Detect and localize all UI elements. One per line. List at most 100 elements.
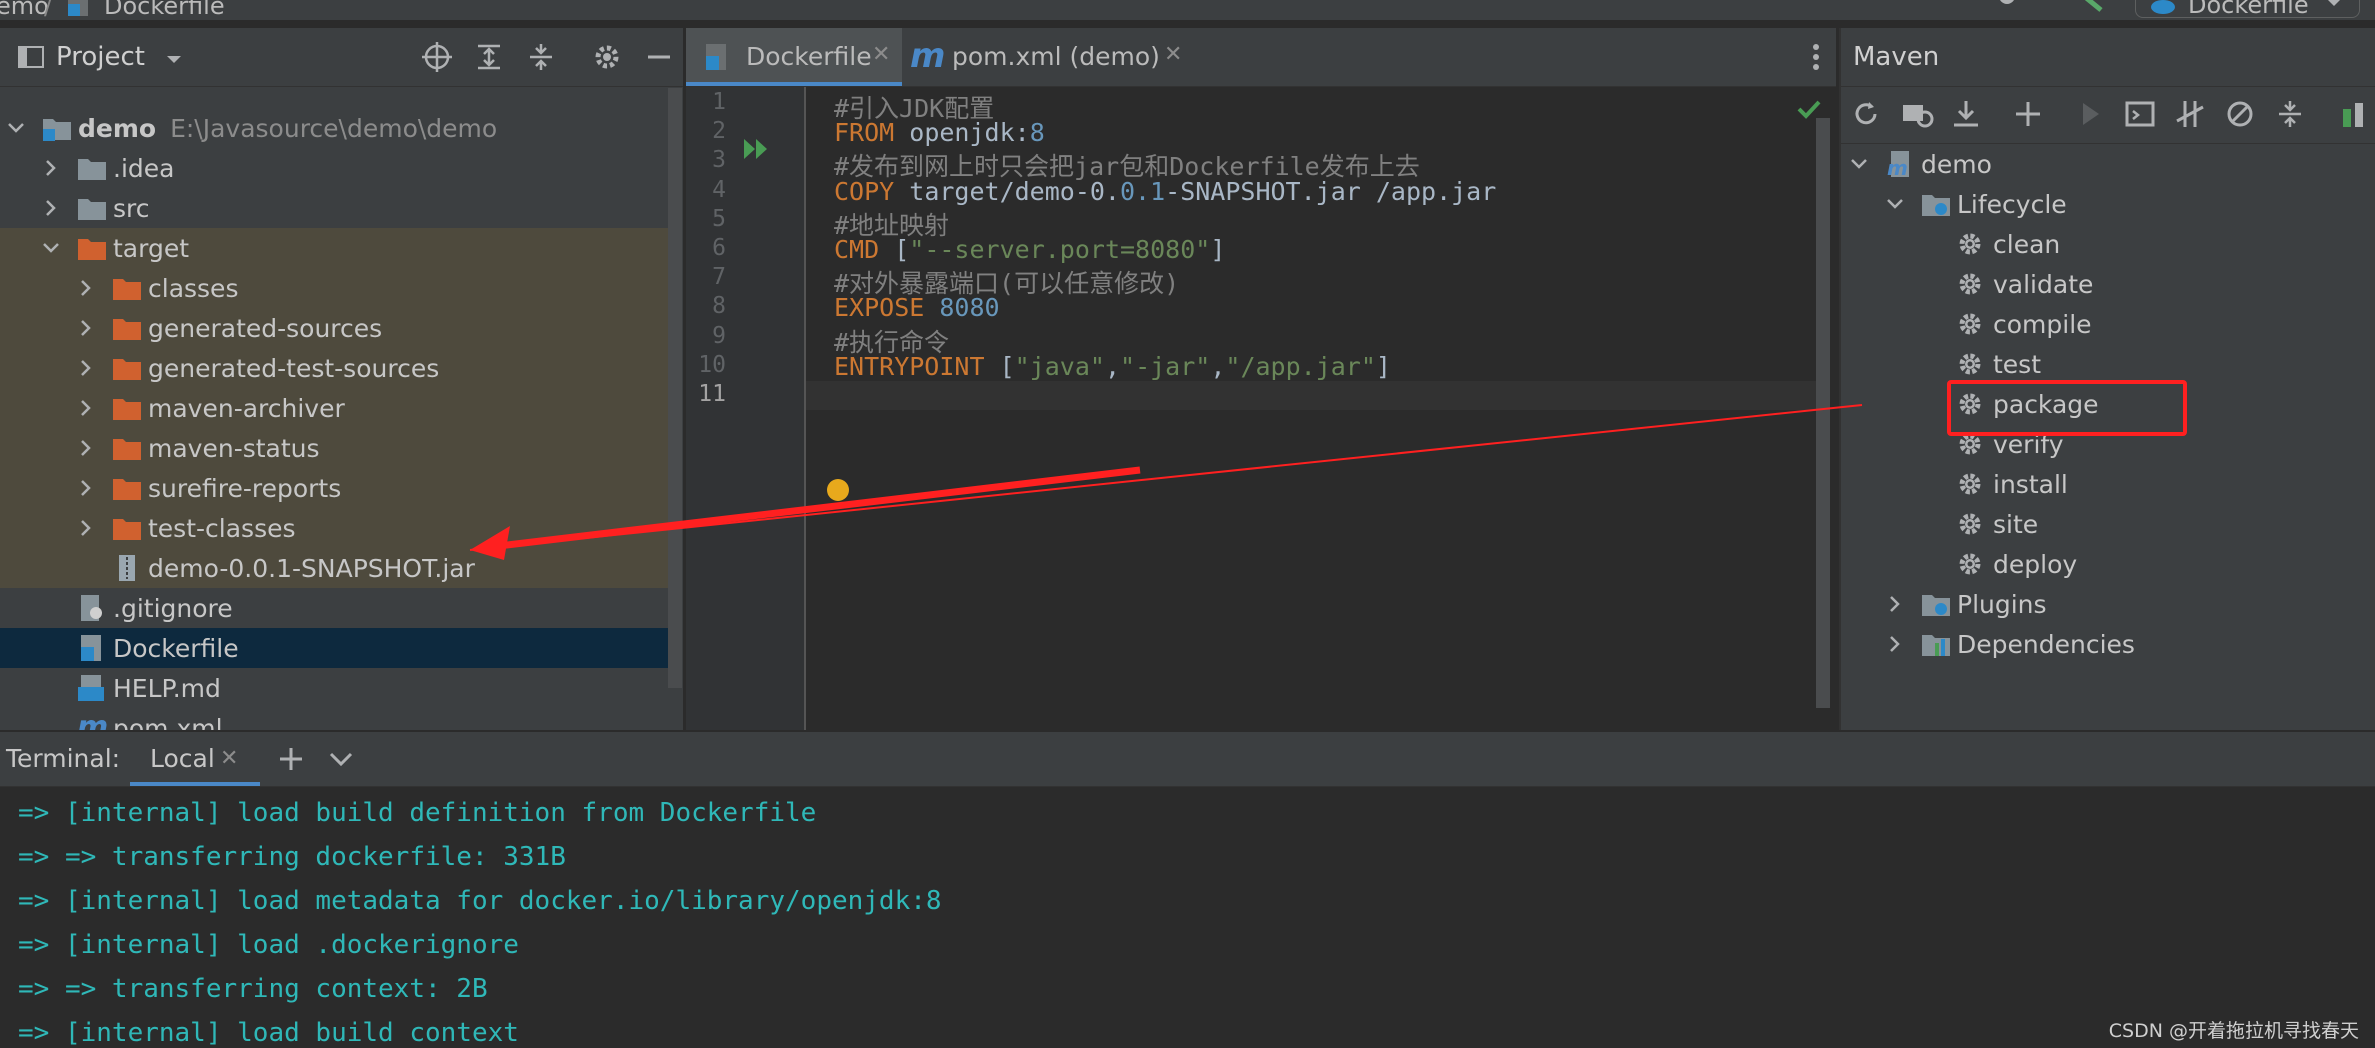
add-icon[interactable] — [276, 744, 306, 774]
maven-tree-item[interactable]: Dependencies — [1841, 624, 2375, 664]
code-token: EXPOSE — [834, 293, 940, 323]
intention-bulb-icon[interactable] — [826, 478, 850, 502]
tree-item[interactable]: .idea — [0, 148, 672, 188]
tab-dockerfile[interactable]: Dockerfile ✕ — [686, 28, 902, 86]
chevron-right-icon[interactable] — [76, 278, 96, 298]
maven-tree-item[interactable]: validate — [1841, 264, 2375, 304]
maven-tree-item[interactable]: site — [1841, 504, 2375, 544]
tree-item[interactable]: surefire-reports — [0, 468, 672, 508]
maven-tree-item[interactable]: compile — [1841, 304, 2375, 344]
chevron-right-icon[interactable] — [76, 478, 96, 498]
tree-item[interactable]: maven-archiver — [0, 388, 672, 428]
chevron-down-icon[interactable] — [326, 744, 356, 774]
generate-sources-icon[interactable] — [1901, 99, 1935, 129]
maven-file-icon: m — [77, 710, 108, 730]
tree-item[interactable]: HELP.md — [0, 668, 672, 708]
tree-item-label: test-classes — [148, 513, 296, 543]
line-number: 11 — [698, 381, 726, 407]
analyze-dependencies-icon[interactable] — [2341, 99, 2371, 129]
docker-file-icon — [704, 44, 728, 70]
tree-item[interactable]: test-classes — [0, 508, 672, 548]
chevron-right-icon[interactable] — [76, 358, 96, 378]
chevron-right-icon[interactable] — [1885, 594, 1905, 614]
tab-local[interactable]: Local ✕ — [130, 732, 260, 786]
chevron-right-icon[interactable] — [76, 438, 96, 458]
chevron-right-icon[interactable] — [76, 318, 96, 338]
tree-item[interactable]: m pom.xml — [0, 708, 672, 730]
breadcrumb-file[interactable]: Dockerfile — [104, 0, 225, 20]
chevron-right-icon[interactable] — [76, 398, 96, 418]
reload-icon[interactable] — [1851, 99, 1881, 129]
tree-item-label: maven-status — [148, 433, 320, 463]
close-icon[interactable]: ✕ — [220, 746, 238, 771]
build-hammer-icon[interactable] — [2075, 0, 2105, 18]
tree-item[interactable]: generated-sources — [0, 308, 672, 348]
collapse-all-icon[interactable] — [524, 40, 558, 74]
more-options-icon[interactable] — [1806, 40, 1826, 74]
code-line: CMD ["--server.port=8080"] — [834, 235, 1225, 264]
run-icon[interactable] — [742, 136, 772, 162]
code-area[interactable]: #引入JDK配置 FROM openjdk:8 #发布到网上时只会把jar包和Doc… — [804, 87, 1836, 730]
tree-item[interactable]: maven-status — [0, 428, 672, 468]
tab-pom-xml[interactable]: m pom.xml (demo) ✕ — [902, 28, 1192, 86]
chevron-down-icon[interactable] — [1885, 194, 1905, 214]
project-panel-title[interactable]: Project — [56, 42, 145, 72]
breadcrumb-project[interactable]: emo — [0, 0, 49, 20]
tree-item[interactable]: demo-0.0.1-SNAPSHOT.jar — [0, 548, 672, 588]
maven-tree-item[interactable]: Lifecycle — [1841, 184, 2375, 224]
chevron-right-icon[interactable] — [41, 158, 61, 178]
user-account-icon[interactable] — [1995, 0, 2035, 18]
maven-tree-item[interactable]: Plugins — [1841, 584, 2375, 624]
chevron-down-icon[interactable] — [6, 118, 26, 138]
code-token: -SNAPSHOT.jar /app.jar — [1165, 176, 1497, 206]
maven-tree-item[interactable]: test — [1841, 344, 2375, 384]
chevron-down-icon[interactable] — [41, 238, 61, 258]
chevron-right-icon[interactable] — [1885, 634, 1905, 654]
close-icon[interactable]: ✕ — [872, 42, 890, 67]
chevron-down-icon[interactable] — [1849, 154, 1869, 174]
project-tree-scrollbar[interactable] — [668, 88, 682, 688]
hide-panel-icon[interactable] — [642, 40, 676, 74]
maven-tree-item-label: site — [1993, 509, 2039, 539]
tree-item[interactable]: target — [0, 228, 672, 268]
download-icon[interactable] — [1951, 99, 1981, 129]
toggle-offline-icon[interactable] — [2175, 99, 2205, 129]
skip-tests-icon[interactable] — [2225, 99, 2255, 129]
folder-icon — [77, 155, 106, 180]
gear-icon — [1957, 271, 1985, 295]
tree-item[interactable]: generated-test-sources — [0, 348, 672, 388]
code-token: "/app.jar" — [1225, 351, 1376, 381]
line-number: 9 — [712, 322, 726, 349]
add-icon[interactable] — [2013, 99, 2043, 129]
folder-icon — [77, 195, 106, 220]
tree-item[interactable]: Dockerfile — [0, 628, 672, 668]
tree-item[interactable]: src — [0, 188, 672, 228]
close-icon[interactable]: ✕ — [1164, 42, 1182, 67]
code-token: "java" — [1014, 351, 1105, 381]
tree-item[interactable]: .gitignore — [0, 588, 672, 628]
maven-tree-item[interactable]: install — [1841, 464, 2375, 504]
run-icon[interactable] — [2075, 99, 2105, 129]
tree-item[interactable]: demo E:\Javasource\demo\demo — [0, 108, 672, 148]
chevron-down-icon[interactable] — [164, 48, 184, 68]
excluded-folder-icon — [112, 395, 141, 420]
terminal-line: => => transferring dockerfile: 331B — [18, 842, 566, 872]
chevron-right-icon[interactable] — [41, 198, 61, 218]
tree-item[interactable]: classes — [0, 268, 672, 308]
expand-all-icon[interactable] — [472, 40, 506, 74]
code-line — [806, 381, 1816, 410]
code-token: [ — [999, 351, 1015, 381]
locate-file-icon[interactable] — [420, 40, 454, 74]
tree-item-label: .gitignore — [113, 593, 233, 623]
maven-tree-item[interactable]: deploy — [1841, 544, 2375, 584]
gear-icon[interactable] — [590, 40, 624, 74]
maven-tree-item[interactable]: m demo — [1841, 144, 2375, 184]
code-token: ] — [1375, 351, 1391, 381]
tree-item-label: generated-sources — [148, 313, 383, 343]
maven-tree-item[interactable]: clean — [1841, 224, 2375, 264]
run-configuration-selector[interactable]: Dockerfile — [2135, 0, 2360, 19]
collapse-all-icon[interactable] — [2275, 99, 2305, 129]
editor-scrollbar[interactable] — [1816, 118, 1830, 708]
execute-goal-icon[interactable] — [2125, 99, 2155, 129]
chevron-right-icon[interactable] — [76, 518, 96, 538]
